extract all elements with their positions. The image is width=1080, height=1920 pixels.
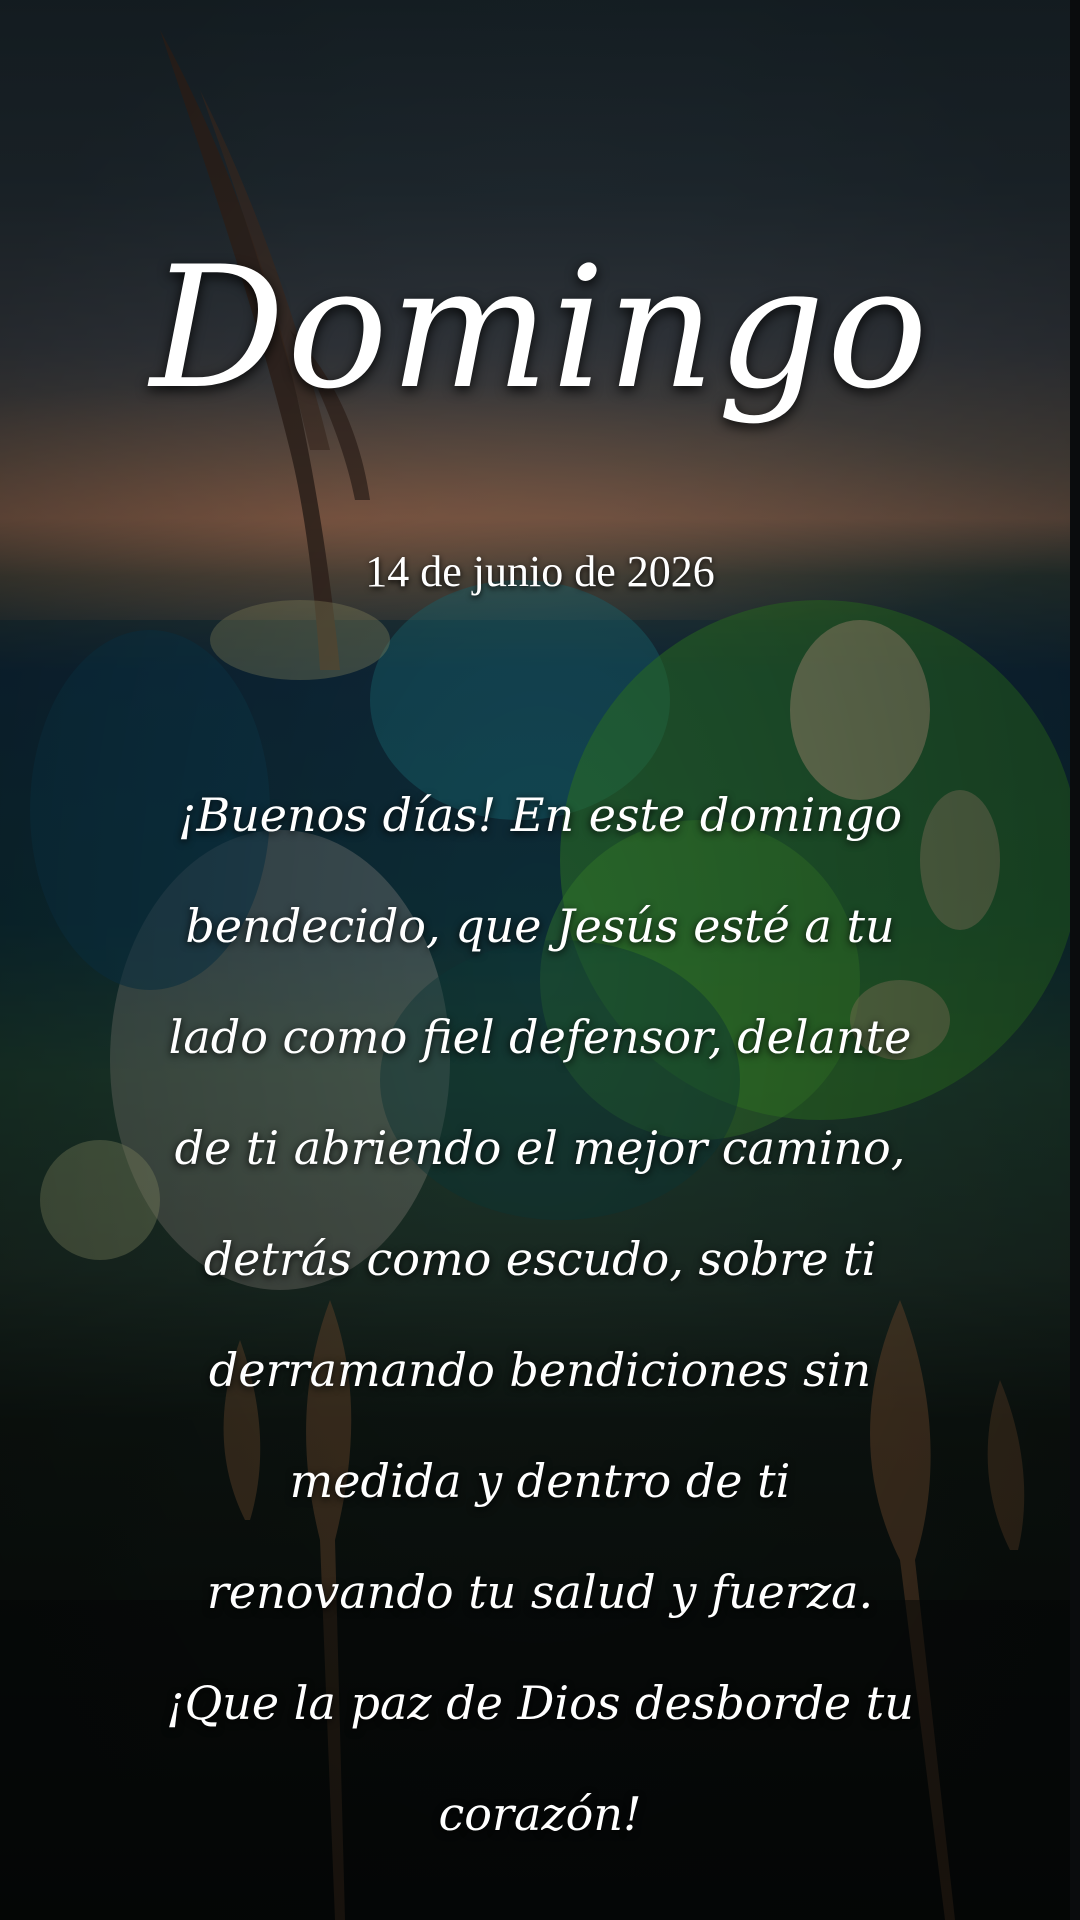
blessing-message: ¡Buenos días! En este domingo bendecido,… bbox=[166, 788, 914, 1841]
day-title: Domingo bbox=[150, 230, 930, 426]
greeting-card: Domingo 14 de junio de 2026 ¡Buenos días… bbox=[0, 0, 1080, 1920]
date-label: 14 de junio de 2026 bbox=[365, 547, 715, 596]
